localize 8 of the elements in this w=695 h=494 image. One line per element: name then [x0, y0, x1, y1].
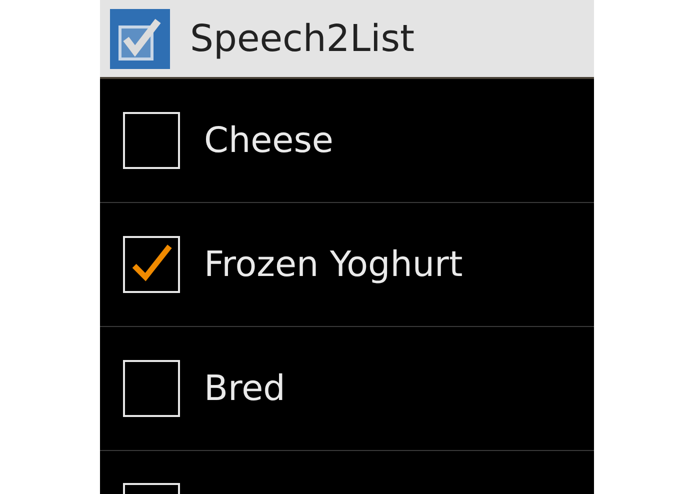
checkbox[interactable] [123, 112, 180, 169]
checkbox[interactable] [123, 360, 180, 417]
checked-checkbox[interactable] [123, 236, 180, 293]
item-label: Frozen Yoghurt [204, 244, 463, 284]
app-title: Speech2List [190, 17, 415, 60]
checkbox-app-icon [110, 8, 170, 68]
item-label: Bred [204, 368, 286, 408]
item-label: Cheese [204, 120, 334, 160]
